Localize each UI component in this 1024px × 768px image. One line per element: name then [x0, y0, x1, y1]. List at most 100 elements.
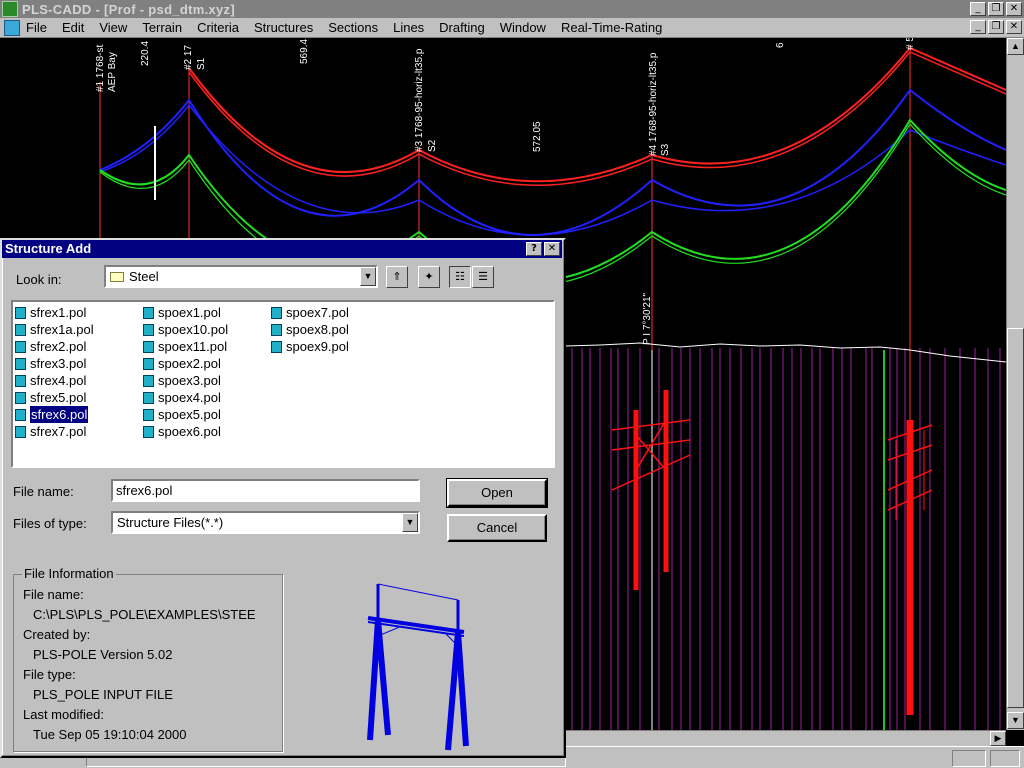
list-item[interactable]: spoex7.pol [271, 304, 349, 321]
cancel-button[interactable]: Cancel [447, 514, 547, 542]
structure-4-label: #4 1768-95-horiz-lt35.p [648, 52, 659, 156]
list-item[interactable]: sfrex2.pol [15, 338, 94, 355]
span-label-1: 220.4 [140, 41, 151, 66]
close-button[interactable]: ✕ [1006, 2, 1022, 16]
doc-restore-button[interactable]: ❐ [988, 20, 1004, 34]
scroll-down-arrow-icon[interactable]: ▼ [1007, 712, 1024, 729]
list-item[interactable]: sfrex5.pol [15, 389, 94, 406]
list-item[interactable]: spoex3.pol [143, 372, 228, 389]
chevron-down-icon[interactable]: ▼ [360, 267, 376, 286]
menu-drafting[interactable]: Drafting [439, 20, 485, 35]
menu-edit[interactable]: Edit [62, 20, 84, 35]
list-item[interactable]: sfrex7.pol [15, 423, 94, 440]
pol-file-icon [15, 323, 26, 336]
file-list[interactable]: sfrex1.pol sfrex1a.pol sfrex2.pol sfrex3… [11, 300, 555, 468]
pol-file-icon [271, 323, 282, 336]
pol-file-icon [15, 340, 26, 353]
doc-minimize-button[interactable]: _ [970, 20, 986, 34]
pol-file-icon [143, 340, 154, 353]
structure-3-sublabel: S2 [427, 139, 438, 152]
minimize-button[interactable]: _ [970, 2, 986, 16]
app-title-bar: PLS-CADD - [Prof - psd_dtm.xyz] _ ❐ ✕ [0, 0, 1024, 18]
list-item[interactable]: sfrex1a.pol [15, 321, 94, 338]
structure-preview [367, 583, 469, 751]
structure-5-label: # 5 [905, 38, 916, 50]
list-item[interactable]: spoex5.pol [143, 406, 228, 423]
structure-4-model [611, 390, 691, 590]
menu-window[interactable]: Window [500, 20, 546, 35]
list-item[interactable]: spoex2.pol [143, 355, 228, 372]
pol-file-icon [143, 391, 154, 404]
pi-label: P I 7°30'21" [642, 292, 653, 345]
info-file-name-value: C:\PLS\PLS_POLE\EXAMPLES\STEE [33, 607, 256, 622]
menu-sections[interactable]: Sections [328, 20, 378, 35]
scroll-up-arrow-icon[interactable]: ▲ [1007, 38, 1024, 55]
list-view-button[interactable]: ☷ [449, 266, 471, 288]
pol-file-icon [15, 306, 26, 319]
info-file-name-label: File name: [23, 587, 84, 602]
horizontal-scrollbar[interactable]: ▶ [566, 730, 1006, 746]
menu-lines[interactable]: Lines [393, 20, 424, 35]
doc-close-button[interactable]: ✕ [1006, 20, 1022, 34]
restore-button[interactable]: ❐ [988, 2, 1004, 16]
details-view-button[interactable]: ☰ [472, 266, 494, 288]
pol-file-icon [143, 408, 154, 421]
pol-file-icon [143, 425, 154, 438]
list-item[interactable]: spoex10.pol [143, 321, 228, 338]
list-item[interactable]: spoex4.pol [143, 389, 228, 406]
menu-file[interactable]: File [26, 20, 47, 35]
info-file-type-label: File type: [23, 667, 76, 682]
menu-criteria[interactable]: Criteria [197, 20, 239, 35]
list-item[interactable]: spoex1.pol [143, 304, 228, 321]
menu-view[interactable]: View [99, 20, 127, 35]
list-item[interactable]: spoex11.pol [143, 338, 228, 355]
status-pane-3 [990, 750, 1020, 767]
pol-file-icon [143, 306, 154, 319]
file-name-input[interactable]: sfrex6.pol [111, 479, 420, 502]
dialog-title: Structure Add [5, 241, 92, 256]
look-in-value: Steel [129, 269, 159, 284]
list-item[interactable]: spoex6.pol [143, 423, 228, 440]
chevron-down-icon[interactable]: ▼ [402, 513, 418, 532]
info-created-by-value: PLS-POLE Version 5.02 [33, 647, 173, 662]
status-pane-2 [952, 750, 986, 767]
help-button[interactable]: ? [526, 242, 542, 256]
look-in-label: Look in: [16, 272, 62, 287]
structure-4-sublabel: S3 [660, 143, 671, 156]
vertical-scrollbar[interactable]: ▲ ▼ [1006, 38, 1024, 730]
files-of-type-combobox[interactable]: Structure Files(*.*) ▼ [111, 511, 420, 534]
structure-1-label: #1 1768-st [95, 45, 106, 92]
file-column-2: spoex1.pol spoex10.pol spoex11.pol spoex… [143, 304, 228, 440]
structure-5-model [887, 420, 933, 715]
look-in-combobox[interactable]: Steel ▼ [104, 265, 378, 288]
structure-2-sublabel: S1 [196, 57, 207, 70]
pol-file-icon [15, 374, 26, 387]
new-folder-button[interactable]: ✦ [418, 266, 440, 288]
menu-terrain[interactable]: Terrain [142, 20, 182, 35]
open-button[interactable]: Open [446, 478, 548, 508]
menu-real-time-rating[interactable]: Real-Time-Rating [561, 20, 662, 35]
pol-file-icon [143, 323, 154, 336]
dialog-close-button[interactable]: ✕ [544, 242, 560, 256]
document-window-icon[interactable] [4, 19, 20, 36]
list-item[interactable]: spoex8.pol [271, 321, 349, 338]
pls-cadd-app-icon[interactable] [2, 1, 18, 17]
scroll-right-arrow-icon[interactable]: ▶ [990, 731, 1006, 746]
menu-bar: File Edit View Terrain Criteria Structur… [0, 18, 1024, 38]
span-label-2: 569.4 [299, 39, 310, 64]
list-item-selected[interactable]: sfrex6.pol [15, 405, 94, 424]
list-item[interactable]: spoex9.pol [271, 338, 349, 355]
list-item[interactable]: sfrex4.pol [15, 372, 94, 389]
pol-file-icon [15, 425, 26, 438]
folder-icon [110, 272, 124, 282]
span-label-4: 6 [775, 42, 786, 48]
up-one-level-button[interactable]: ⇑ [386, 266, 408, 288]
files-of-type-value: Structure Files(*.*) [117, 515, 224, 530]
list-item[interactable]: sfrex3.pol [15, 355, 94, 372]
pol-file-icon [271, 340, 282, 353]
list-item[interactable]: sfrex1.pol [15, 304, 94, 321]
info-modified-value: Tue Sep 05 19:10:04 2000 [33, 727, 187, 742]
dialog-title-bar: Structure Add ? ✕ [2, 240, 562, 258]
menu-structures[interactable]: Structures [254, 20, 313, 35]
vertical-scroll-thumb[interactable] [1007, 328, 1024, 708]
